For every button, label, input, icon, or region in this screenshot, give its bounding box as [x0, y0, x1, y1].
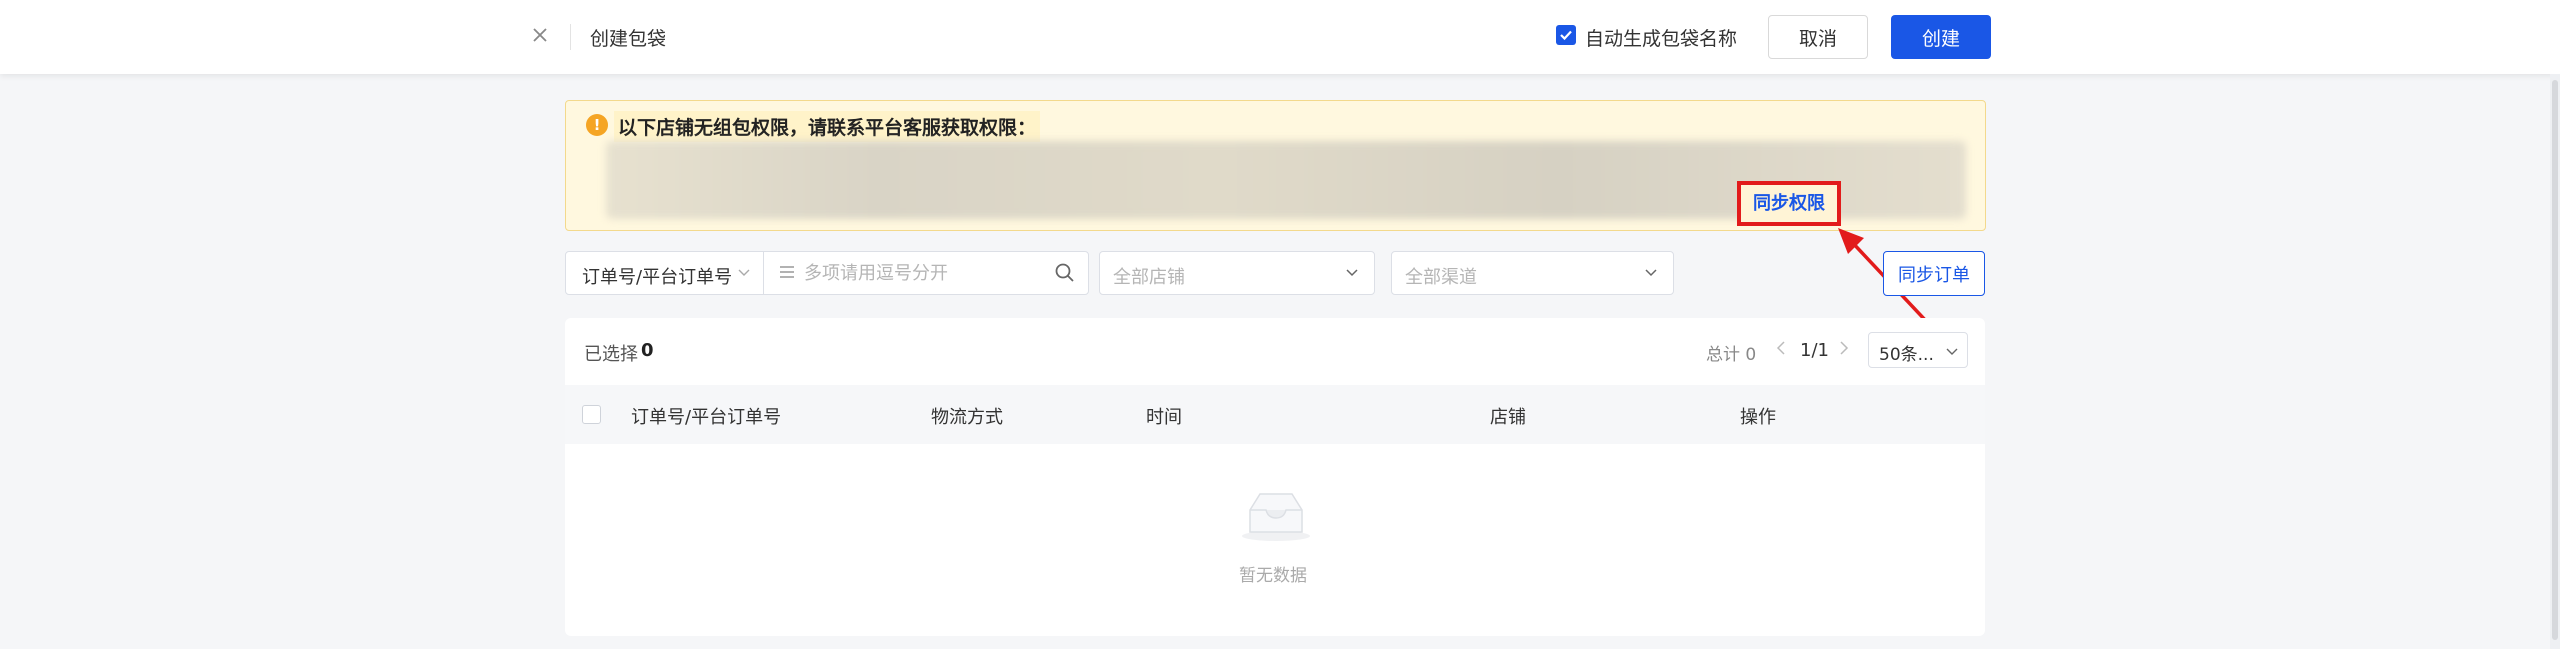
sync-order-button[interactable]: 同步订单	[1883, 251, 1985, 296]
header-divider	[570, 24, 571, 50]
search-icon[interactable]	[1054, 262, 1076, 289]
chevron-right-icon[interactable]	[1837, 338, 1851, 363]
notice-text: 以下店铺无组包权限，请联系平台客服获取权限：	[614, 111, 1041, 142]
total-count: 总计 0	[1706, 345, 1757, 365]
order-type-select[interactable]: 订单号/平台订单号	[582, 263, 732, 289]
order-search-group: 订单号/平台订单号	[565, 251, 1089, 295]
close-icon[interactable]	[527, 22, 553, 48]
column-header-shop: 店铺	[1490, 407, 1526, 428]
select-all-checkbox[interactable]	[582, 405, 601, 424]
shop-select-placeholder: 全部店铺	[1113, 267, 1185, 288]
list-icon	[778, 263, 796, 286]
channel-select[interactable]: 全部渠道	[1391, 251, 1674, 295]
empty-text: 暂无数据	[1239, 566, 1307, 586]
auto-name-checkbox[interactable]	[1556, 25, 1576, 45]
cancel-button[interactable]: 取消	[1768, 15, 1868, 59]
column-header-order-no: 订单号/平台订单号	[631, 407, 782, 428]
divider	[763, 252, 764, 294]
selected-count: 0	[641, 340, 654, 361]
scrollbar-thumb[interactable]	[2552, 80, 2558, 640]
chevron-down-icon[interactable]	[737, 265, 751, 283]
auto-name-label: 自动生成包袋名称	[1585, 28, 1738, 50]
chevron-down-icon	[1945, 342, 1959, 363]
order-table-panel: 已选择 0 总计 0 1/1 50条... 订单号/平台订单号 物流方式 时间 …	[565, 318, 1985, 636]
create-button[interactable]: 创建	[1891, 15, 1991, 59]
chevron-left-icon[interactable]	[1774, 338, 1788, 363]
warning-icon: !	[586, 114, 608, 136]
page-indicator: 1/1	[1800, 340, 1829, 361]
chevron-down-icon	[1344, 264, 1360, 285]
shop-select[interactable]: 全部店铺	[1099, 251, 1375, 295]
sync-permission-link[interactable]: 同步权限	[1737, 181, 1841, 226]
page-size-value: 50条...	[1879, 345, 1934, 365]
selected-label: 已选择	[584, 344, 638, 365]
chevron-down-icon	[1643, 264, 1659, 285]
table-header: 订单号/平台订单号 物流方式 时间 店铺 操作	[565, 385, 1985, 444]
column-header-time: 时间	[1146, 407, 1182, 428]
check-icon	[1560, 30, 1572, 41]
page-size-select[interactable]: 50条...	[1868, 332, 1968, 368]
page-title: 创建包袋	[590, 28, 667, 50]
top-header: 创建包袋 自动生成包袋名称 取消 创建	[0, 0, 2560, 74]
search-input[interactable]	[804, 260, 1044, 286]
column-header-actions: 操作	[1740, 407, 1776, 428]
column-header-shipping: 物流方式	[931, 407, 1003, 428]
channel-select-placeholder: 全部渠道	[1405, 267, 1477, 288]
empty-box-icon	[1240, 488, 1312, 547]
